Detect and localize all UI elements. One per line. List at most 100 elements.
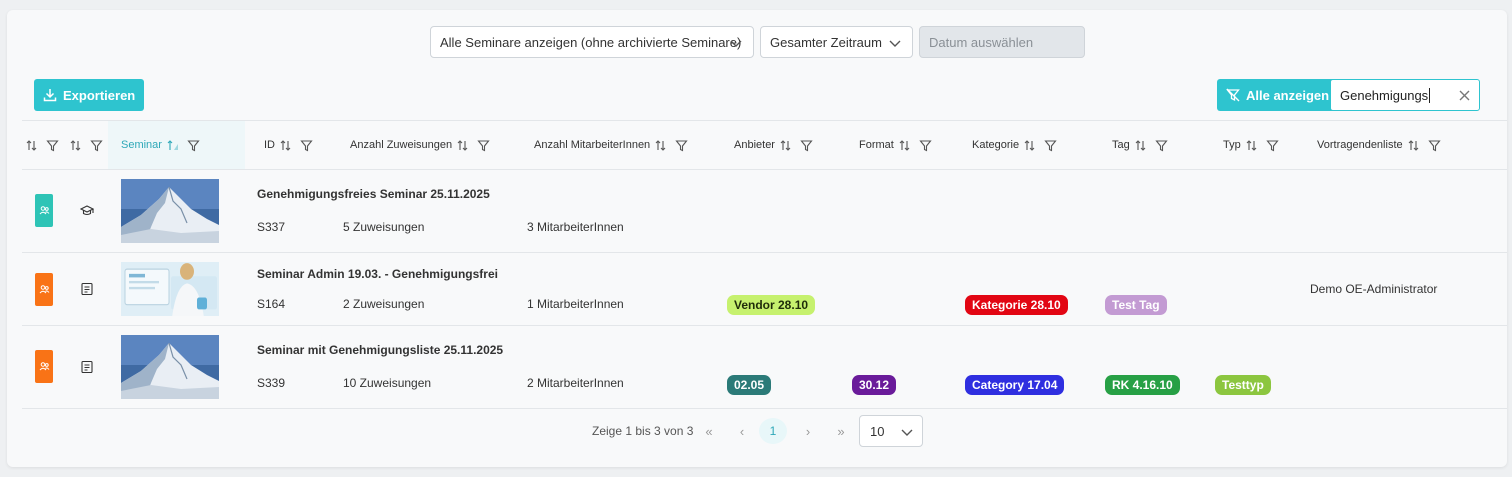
filter-icon[interactable] [1044,139,1057,152]
provider-pill: Vendor 28.10 [727,295,816,315]
date-picker-input[interactable]: Datum auswählen [919,26,1085,58]
export-button-label: Exportieren [63,87,136,103]
text-cursor [1429,87,1431,103]
table-header: Seminar ID Anzahl Zuweisungen Anzahl Mit… [22,120,1507,170]
chevron-down-icon [730,40,742,47]
filter-icon[interactable] [919,139,932,152]
employees-count: 3 MitarbeiterInnen [527,220,624,234]
pagination-info: Zeige 1 bis 3 von 3 [592,424,694,438]
sort-icon[interactable] [1134,139,1147,152]
document-list-icon [81,360,93,374]
seminar-thumbnail [121,335,219,399]
column-header-type-name[interactable]: Typ [1223,121,1279,169]
page-button-current[interactable]: 1 [759,418,787,444]
search-input-value: Genehmigungs [1340,87,1429,103]
sort-icon[interactable] [654,139,667,152]
sort-icon[interactable] [1023,139,1036,152]
seminar-thumbnail [121,179,219,243]
filter-icon[interactable] [46,139,59,152]
filter-icon[interactable] [300,139,313,152]
column-label-provider: Anbieter [734,139,775,151]
column-header-format[interactable]: Format [859,121,932,169]
next-page-icon[interactable]: › [799,423,817,439]
users-icon [39,362,49,371]
sort-ascending-icon[interactable] [166,139,179,152]
column-header-tag[interactable]: Tag [1112,121,1168,169]
category-pill: Kategorie 28.10 [965,295,1068,315]
seminar-id: S337 [257,220,286,234]
previous-page-icon[interactable]: ‹ [733,423,751,439]
seminar-type-badge [35,194,53,227]
page-size-value: 10 [870,423,885,439]
column-header-id[interactable]: ID [264,121,313,169]
column-header-icon[interactable] [69,121,103,169]
export-button[interactable]: Exportieren [34,79,145,111]
column-label-type: Typ [1223,139,1241,151]
column-label-id: ID [264,139,275,151]
provider-pill: 02.05 [727,375,772,395]
employees-count: 1 MitarbeiterInnen [527,297,624,311]
tag-pill: Test Tag [1105,295,1167,315]
users-icon [39,206,49,215]
filter-icon[interactable] [477,139,490,152]
table-row[interactable]: Genehmigungsfreies Seminar 25.11.2025 S3… [22,170,1507,253]
filter-icon[interactable] [675,139,688,152]
employees-count: 2 MitarbeiterInnen [527,376,624,390]
seminar-title[interactable]: Seminar mit Genehmigungsliste 25.11.2025 [257,343,503,357]
search-input[interactable]: Genehmigungs [1330,79,1480,111]
filter-icon[interactable] [90,139,103,152]
filter-icon[interactable] [1155,139,1168,152]
sort-icon[interactable] [1245,139,1258,152]
column-header-employees[interactable]: Anzahl MitarbeiterInnen [534,121,688,169]
seminar-title[interactable]: Seminar Admin 19.03. - Genehmigungsfrei [257,267,498,281]
column-label-employees: Anzahl MitarbeiterInnen [534,139,651,151]
sort-icon[interactable] [279,139,292,152]
seminar-id: S164 [257,297,286,311]
users-icon [39,285,49,294]
chevron-down-icon [889,40,901,47]
filter-icon[interactable] [187,139,200,152]
category-pill: Category 17.04 [965,375,1065,395]
mountain-image [121,335,219,399]
table-row[interactable]: Seminar mit Genehmigungsliste 25.11.2025… [22,326,1507,409]
column-header-provider[interactable]: Anbieter [734,121,813,169]
download-icon [43,89,57,102]
column-header-type[interactable] [25,121,59,169]
period-filter-value: Gesamter Zeitraum [770,34,882,50]
table-row[interactable]: Seminar Admin 19.03. - Genehmigungsfrei … [22,253,1507,326]
show-all-button[interactable]: Alle anzeigen [1217,79,1339,111]
column-label-assignments: Anzahl Zuweisungen [350,139,453,151]
seminar-id: S339 [257,376,286,390]
first-page-icon[interactable]: « [700,423,718,439]
column-header-assignments[interactable]: Anzahl Zuweisungen [350,121,490,169]
sort-icon[interactable] [456,139,469,152]
seminar-thumbnail [121,262,219,316]
speakers-list: Demo OE-Administrator [1310,282,1438,296]
filter-icon[interactable] [800,139,813,152]
format-pill: 30.12 [852,375,897,395]
seminar-list-card: Alle Seminare anzeigen (ohne archivierte… [7,10,1507,467]
seminar-type-badge [35,273,53,306]
period-filter-select[interactable]: Gesamter Zeitraum [760,26,913,58]
sort-icon[interactable] [25,139,38,152]
filter-icon[interactable] [1266,139,1279,152]
sort-icon[interactable] [898,139,911,152]
sort-icon[interactable] [779,139,792,152]
column-header-category[interactable]: Kategorie [972,121,1057,169]
seminar-filter-select[interactable]: Alle Seminare anzeigen (ohne archivierte… [430,26,754,58]
close-icon[interactable] [1458,89,1471,102]
graduation-cap-icon [80,205,94,216]
last-page-icon[interactable]: » [832,423,850,439]
column-header-seminar[interactable]: Seminar [108,121,245,169]
filter-icon[interactable] [1427,139,1441,152]
filter-off-icon [1226,88,1240,102]
sort-icon[interactable] [1407,139,1420,152]
column-label-seminar: Seminar [121,139,162,151]
seminar-type-badge [35,350,53,383]
column-label-category: Kategorie [972,139,1020,151]
column-header-speakers[interactable]: Vortragendenliste [1317,121,1441,169]
seminar-title[interactable]: Genehmigungsfreies Seminar 25.11.2025 [257,187,490,201]
page-size-select[interactable]: 10 [859,415,923,447]
sort-icon[interactable] [69,139,82,152]
assignments-count: 5 Zuweisungen [343,220,425,234]
